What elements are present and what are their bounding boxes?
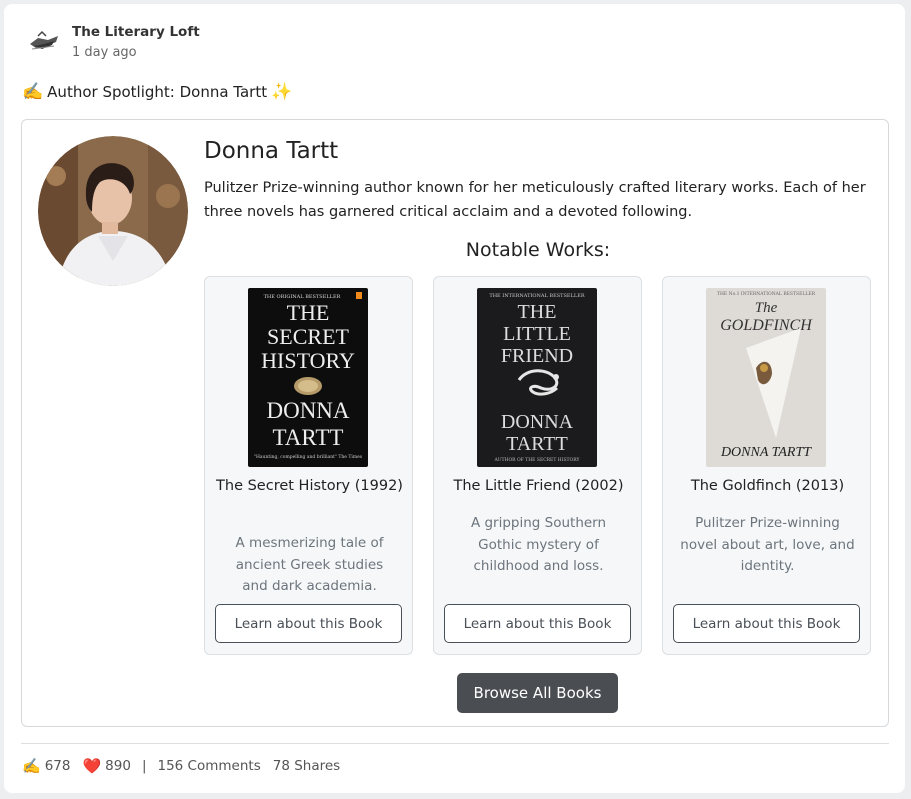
svg-text:DONNA: DONNA <box>266 398 349 423</box>
svg-text:HISTORY: HISTORY <box>261 348 355 373</box>
svg-text:TARTT: TARTT <box>273 425 344 450</box>
author-photo <box>38 136 188 286</box>
learn-about-book-button[interactable]: Learn about this Book <box>444 604 631 643</box>
svg-text:AUTHOR OF THE SECRET HISTORY: AUTHOR OF THE SECRET HISTORY <box>494 457 581 463</box>
book-description: Pulitzer Prize-winning novel about art, … <box>680 515 855 574</box>
svg-text:SECRET: SECRET <box>267 324 349 349</box>
svg-text:LITTLE: LITTLE <box>503 323 571 345</box>
post-header: The Literary Loft 1 day ago <box>24 24 200 68</box>
svg-text:THE: THE <box>287 300 330 325</box>
page-avatar[interactable] <box>24 24 64 60</box>
post-timestamp[interactable]: 1 day ago <box>72 45 200 61</box>
book-title: The Secret History (1992) <box>216 478 403 494</box>
author-name: Donna Tartt <box>204 138 339 164</box>
author-bio: Pulitzer Prize-winning author known for … <box>204 180 866 220</box>
divider <box>21 743 889 744</box>
shares-count[interactable]: 78 Shares <box>273 758 340 774</box>
writing-hand-icon[interactable]: ✍️ <box>22 757 41 775</box>
svg-text:DONNA TARTT: DONNA TARTT <box>720 445 812 460</box>
comments-count[interactable]: 156 Comments <box>158 758 261 774</box>
svg-text:THE No.1 INTERNATIONAL BESTSEL: THE No.1 INTERNATIONAL BESTSELLER <box>717 291 816 297</box>
svg-text:The: The <box>755 300 778 316</box>
svg-text:TARTT: TARTT <box>506 433 568 455</box>
svg-text:DONNA: DONNA <box>501 411 574 433</box>
book-cover-secret-history[interactable]: THE ORIGINAL BESTSELLER THE SECRET HISTO… <box>248 288 368 467</box>
writing-hand-icon: ✍️ <box>22 82 44 102</box>
reaction-count[interactable]: 890 <box>105 758 131 774</box>
svg-text:"Haunting, compelling and bril: "Haunting, compelling and brilliant" The… <box>254 454 363 460</box>
post-card: The Literary Loft 1 day ago ✍️ Author Sp… <box>4 4 905 793</box>
page-name[interactable]: The Literary Loft <box>72 24 200 40</box>
footer-separator: | <box>141 758 147 774</box>
post-text-body: Author Spotlight: Donna Tartt <box>47 83 268 101</box>
book-description: A gripping Southern Gothic mystery of ch… <box>470 515 607 574</box>
book-list: THE ORIGINAL BESTSELLER THE SECRET HISTO… <box>204 276 871 655</box>
svg-text:THE: THE <box>518 301 557 323</box>
svg-text:FRIEND: FRIEND <box>501 345 573 367</box>
book-card: THE ORIGINAL BESTSELLER THE SECRET HISTO… <box>204 276 413 655</box>
book-description: A mesmerizing tale of ancient Greek stud… <box>235 535 384 594</box>
book-card: THE No.1 INTERNATIONAL BESTSELLER The GO… <box>662 276 871 655</box>
post-text: ✍️ Author Spotlight: Donna Tartt ✨ <box>22 82 292 102</box>
reaction-count[interactable]: 678 <box>45 758 71 774</box>
book-card: THE INTERNATIONAL BESTSELLER THE LITTLE … <box>433 276 642 655</box>
heart-icon[interactable]: ❤️ <box>82 757 101 775</box>
post-footer: ✍️ 678 ❤️ 890 | 156 Comments 78 Shares <box>22 756 340 776</box>
learn-about-book-button[interactable]: Learn about this Book <box>215 604 402 643</box>
svg-text:THE INTERNATIONAL BESTSELLER: THE INTERNATIONAL BESTSELLER <box>489 293 585 299</box>
notable-works-heading: Notable Works: <box>465 239 611 261</box>
author-spotlight-card: Donna Tartt Pulitzer Prize-winning autho… <box>21 119 889 727</box>
book-cover-goldfinch[interactable]: THE No.1 INTERNATIONAL BESTSELLER The GO… <box>706 288 826 467</box>
browse-all-books-button[interactable]: Browse All Books <box>457 673 618 713</box>
sparkles-icon: ✨ <box>271 82 293 102</box>
book-title: The Little Friend (2002) <box>453 478 624 494</box>
book-title: The Goldfinch (2013) <box>690 478 845 494</box>
book-cover-little-friend[interactable]: THE INTERNATIONAL BESTSELLER THE LITTLE … <box>477 288 597 467</box>
learn-about-book-button[interactable]: Learn about this Book <box>673 604 860 643</box>
